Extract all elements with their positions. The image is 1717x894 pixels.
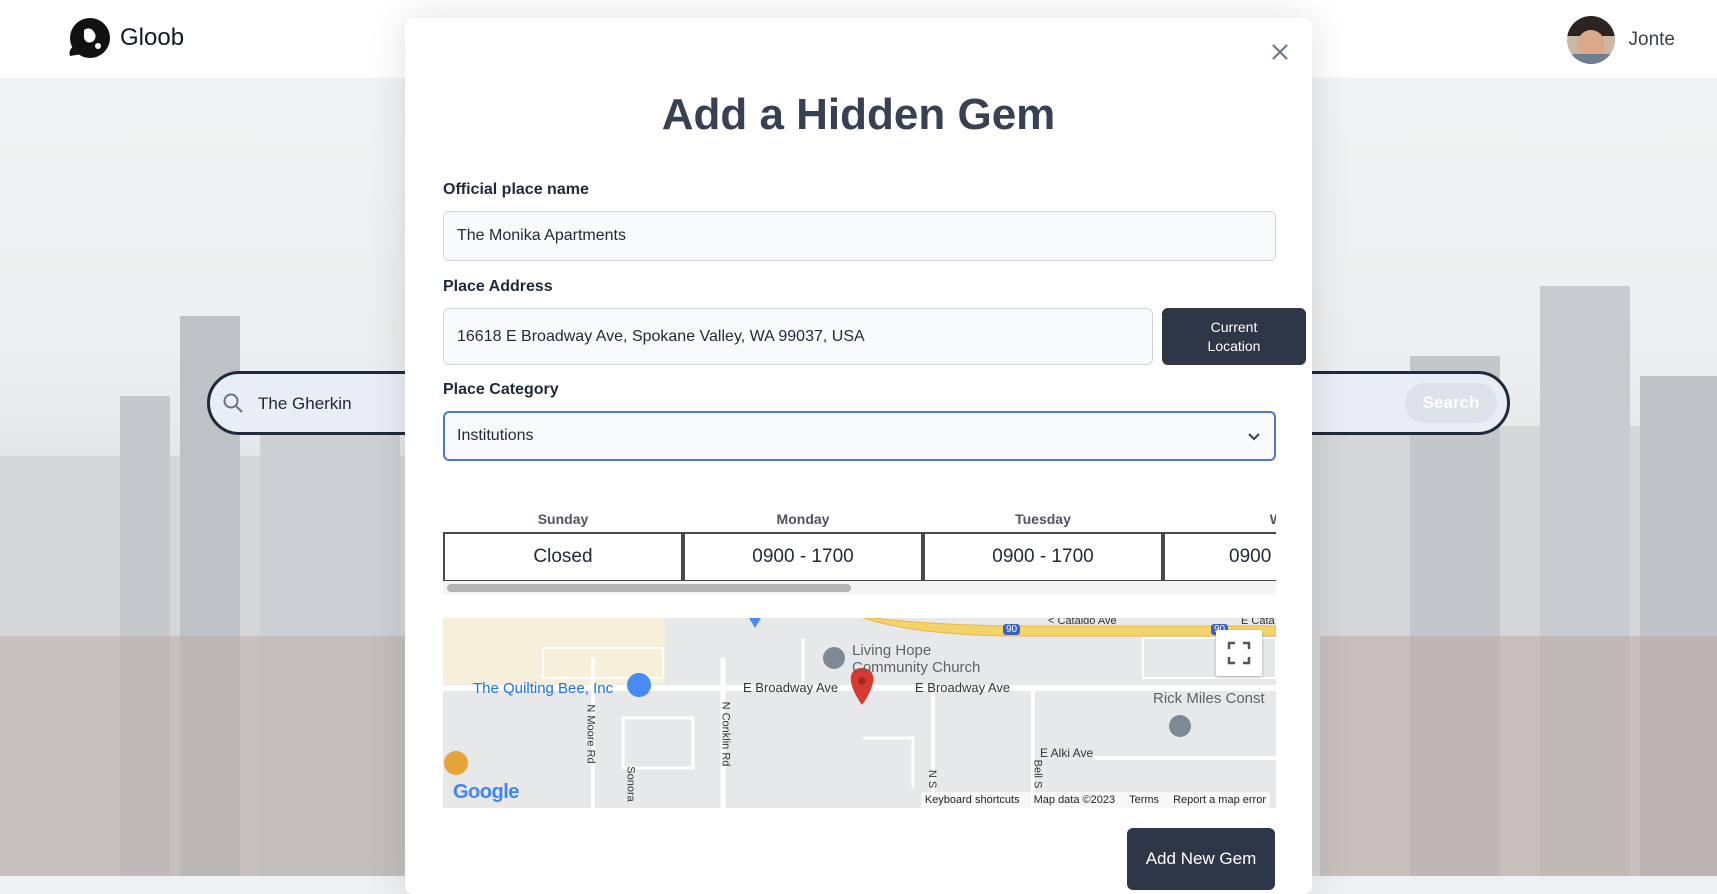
map-label: The Quilting Bee, Inc <box>473 680 614 697</box>
current-location-button[interactable]: Current Location <box>1162 308 1306 365</box>
location-map[interactable]: Living Hope Community Church The Quiltin… <box>443 618 1276 808</box>
map-data: Map data ©2023 <box>1033 794 1116 806</box>
map-attribution: Keyboard shortcuts Map data ©2023 Terms … <box>920 792 1270 808</box>
hours-day: Sunday Closed <box>443 506 683 582</box>
map-label: N Conklin Rd <box>719 701 732 767</box>
google-logo: Google <box>453 781 519 804</box>
map-label: Sonora <box>624 766 637 802</box>
map-label: N S <box>926 769 939 789</box>
current-location-label: Current Location <box>1207 318 1261 354</box>
search-input[interactable]: The Gherkin <box>258 394 352 414</box>
user-menu[interactable]: Jonte <box>1566 16 1675 64</box>
hours-input[interactable]: 0900 - 1700 <box>683 532 923 582</box>
place-name-input[interactable]: The Monika Apartments <box>443 211 1276 261</box>
map-label: 90 <box>1003 624 1021 635</box>
map-terms-link[interactable]: Terms <box>1129 794 1159 806</box>
place-name-label: Official place name <box>443 181 589 198</box>
hours-scrollbar[interactable] <box>443 581 1276 595</box>
app-name[interactable]: Gloob <box>120 24 184 52</box>
chevron-down-icon <box>1248 433 1260 441</box>
add-new-gem-button[interactable]: Add New Gem <box>1127 828 1275 890</box>
day-name: Wedi <box>1163 506 1276 532</box>
modal-title: Add a Hidden Gem <box>661 90 1056 139</box>
map-label: Bell S <box>1031 759 1044 789</box>
hours-input[interactable]: 0900 <box>1163 532 1276 582</box>
address-label: Place Address <box>443 278 553 295</box>
map-keyboard-shortcuts[interactable]: Keyboard shortcuts <box>925 794 1020 806</box>
search-icon <box>223 393 243 413</box>
map-label: E Broadway Ave <box>743 680 839 695</box>
gloob-logo-icon[interactable] <box>64 16 112 62</box>
google-wordmark: Google <box>453 781 519 803</box>
category-label: Place Category <box>443 381 559 398</box>
day-name: Tuesday <box>1015 511 1071 527</box>
map-report-error-link[interactable]: Report a map error <box>1173 794 1266 806</box>
hours-input[interactable]: Closed <box>443 532 683 582</box>
map-label: Community Church <box>852 659 981 676</box>
map-label: E Broadway Ave <box>915 680 1011 695</box>
hours-day: Wedi 0900 <box>1163 506 1276 582</box>
search-button[interactable]: Search <box>1405 383 1497 423</box>
close-icon[interactable] <box>1268 40 1292 64</box>
map-label: Rick Miles Const <box>1153 690 1265 707</box>
avatar[interactable] <box>1566 16 1615 64</box>
day-name: Sunday <box>537 511 589 527</box>
hours-day: Tuesday 0900 - 1700 <box>923 506 1163 582</box>
user-name: Jonte <box>1628 29 1675 50</box>
category-select[interactable]: Institutions <box>443 411 1276 461</box>
map-label: N Moore Rd <box>584 704 597 764</box>
map-fullscreen-button[interactable] <box>1216 630 1262 676</box>
map-label: Living Hope <box>852 642 932 659</box>
hours-input[interactable]: 0900 - 1700 <box>923 532 1163 582</box>
scrollbar-thumb[interactable] <box>447 584 851 592</box>
category-selected: Institutions <box>457 427 534 444</box>
address-input[interactable]: 16618 E Broadway Ave, Spokane Valley, WA… <box>443 308 1153 365</box>
map-label: E Alki Ave <box>1040 746 1094 760</box>
map-label: < Cataldo Ave <box>1048 618 1117 627</box>
day-name: Monday <box>776 511 830 527</box>
add-gem-modal: Add a Hidden Gem Official place name The… <box>405 18 1312 894</box>
map-label: E Cata <box>1241 618 1275 627</box>
fullscreen-icon <box>1227 641 1251 665</box>
hours-day: Monday 0900 - 1700 <box>683 506 923 582</box>
